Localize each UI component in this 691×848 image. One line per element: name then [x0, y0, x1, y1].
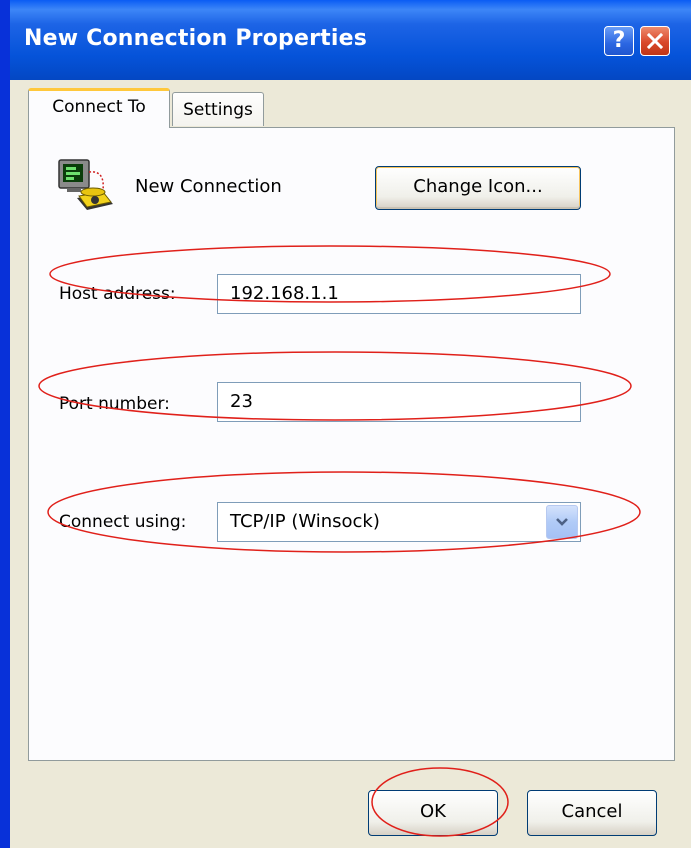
window-title: New Connection Properties [24, 26, 368, 51]
tab-settings[interactable]: Settings [172, 92, 264, 126]
dropdown-button[interactable] [546, 505, 578, 539]
tab-connect-to[interactable]: Connect To [28, 88, 170, 128]
chevron-down-icon [556, 518, 568, 526]
help-button[interactable]: ? [604, 26, 634, 56]
close-button[interactable] [640, 26, 670, 56]
connect-using-label: Connect using: [59, 512, 187, 532]
help-icon: ? [612, 28, 626, 53]
title-bar[interactable]: New Connection Properties ? [10, 0, 691, 80]
connect-using-select[interactable]: TCP/IP (Winsock) [217, 502, 581, 542]
ok-button[interactable]: OK [368, 790, 498, 836]
port-number-label: Port number: [59, 394, 170, 414]
close-icon [647, 33, 663, 49]
window-left-border [0, 0, 10, 848]
connect-using-value: TCP/IP (Winsock) [230, 511, 380, 532]
cancel-button[interactable]: Cancel [527, 790, 657, 836]
connect-to-panel: New Connection Change Icon... Host addre… [28, 127, 675, 761]
connection-name: New Connection [135, 176, 282, 197]
host-address-input[interactable]: 192.168.1.1 [217, 274, 581, 314]
dialog-body: Connect To Settings New Connection Chang… [10, 80, 691, 848]
port-number-input[interactable]: 23 [217, 382, 581, 422]
hyperterminal-connection-icon [58, 159, 113, 210]
host-address-label: Host address: [59, 284, 176, 304]
change-icon-button[interactable]: Change Icon... [375, 166, 581, 210]
